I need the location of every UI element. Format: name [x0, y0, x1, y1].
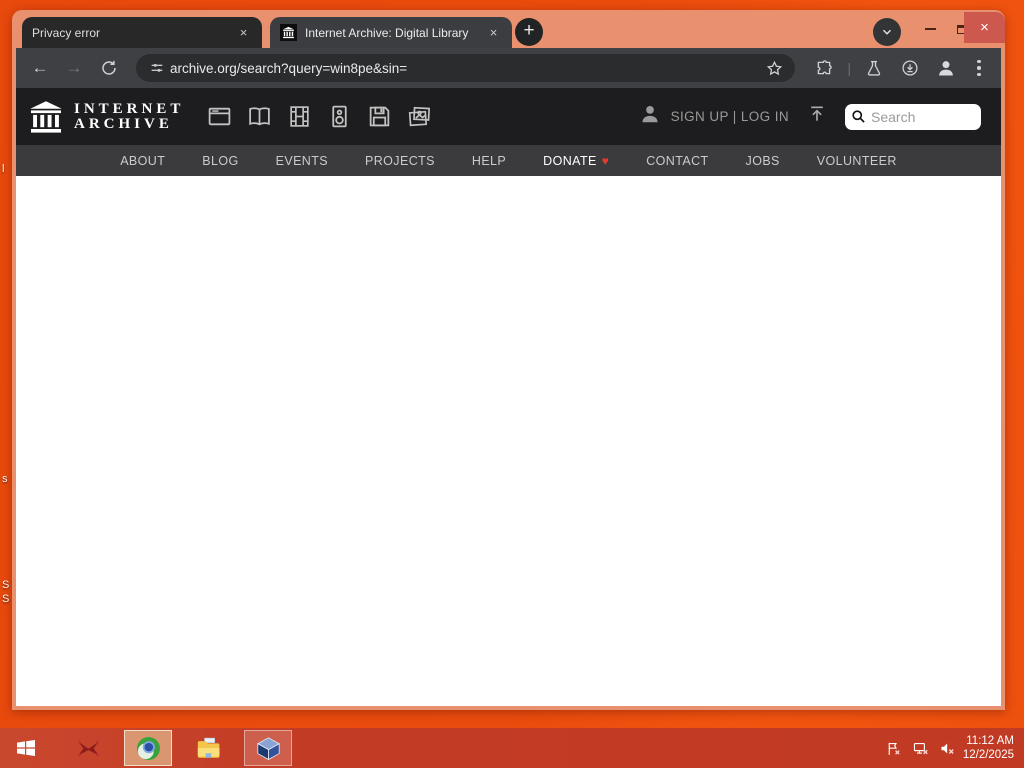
downloads-button[interactable] [895, 53, 925, 83]
start-button[interactable] [0, 728, 52, 768]
window-close-button[interactable]: × [964, 12, 1005, 43]
ia-nav-jobs[interactable]: JOBS [746, 154, 780, 168]
labs-button[interactable] [859, 53, 889, 83]
media-images-icon[interactable] [406, 103, 433, 130]
ia-nav-help[interactable]: HELP [472, 154, 506, 168]
internet-archive-logo[interactable]: INTERNET ARCHIVE [28, 99, 184, 135]
profile-avatar-button[interactable] [931, 53, 961, 83]
reload-icon [102, 60, 116, 75]
chrome-browser-icon [136, 736, 160, 760]
browser-toolbar: ← → | [16, 48, 1001, 88]
tab-title: Internet Archive: Digital Library [305, 25, 469, 40]
ia-nav-about[interactable]: ABOUT [120, 154, 165, 168]
logo-wordmark: INTERNET ARCHIVE [74, 100, 185, 132]
reload-button[interactable] [94, 53, 124, 83]
chevron-down-icon [883, 29, 891, 35]
media-audio-icon[interactable] [326, 103, 353, 130]
system-tray [885, 739, 957, 757]
address-bar[interactable] [136, 54, 796, 82]
url-input[interactable] [170, 60, 762, 76]
media-software-icon[interactable] [366, 103, 393, 130]
tab-privacy-error[interactable]: Privacy error × [22, 17, 262, 48]
person-icon [939, 61, 953, 76]
ia-nav-projects[interactable]: PROJECTS [365, 154, 435, 168]
tab-strip: Privacy error × Internet Archive: Digita… [12, 10, 1005, 48]
heart-icon: ♥ [601, 153, 610, 168]
tab-internet-archive[interactable]: Internet Archive: Digital Library × [270, 17, 512, 48]
action-center-flag-icon[interactable] [885, 739, 903, 757]
upload-button[interactable] [807, 104, 827, 129]
signup-login-link[interactable]: SIGN UP | LOG IN [671, 109, 789, 124]
site-settings-icon[interactable] [144, 55, 170, 81]
bookmark-star-icon[interactable] [761, 55, 787, 81]
page-viewport: INTERNET ARCHIVE SIGN UP | LOG IN Search… [16, 88, 1001, 706]
ia-nav-donate[interactable]: DONATE ♥ [543, 154, 609, 168]
volume-muted-icon[interactable] [939, 739, 957, 757]
taskbar-red-app-button[interactable] [64, 730, 112, 766]
tab-close-icon[interactable]: × [485, 24, 502, 41]
clock-date: 12/2/2025 [962, 749, 1014, 761]
page-content-blank [16, 176, 1001, 706]
minimize-icon [924, 28, 936, 30]
person-icon [639, 103, 661, 130]
windows-logo-icon [17, 740, 35, 756]
ia-nav-bar: ABOUT BLOG EVENTS PROJECTS HELP DONATE ♥… [16, 145, 1001, 176]
taskbar-clock[interactable]: 11:12 AM 12/2/2025 [957, 734, 1024, 762]
internet-archive-header: INTERNET ARCHIVE SIGN UP | LOG IN Search [16, 88, 1001, 145]
media-web-icon[interactable] [206, 103, 233, 130]
extensions-puzzle-icon [818, 60, 833, 75]
flask-icon [867, 60, 881, 76]
tab-search-button[interactable] [873, 18, 901, 46]
media-texts-icon[interactable] [246, 103, 273, 130]
clock-time: 11:12 AM [966, 735, 1014, 747]
back-button[interactable]: ← [26, 54, 54, 82]
desktop: l s S S Privacy error × Internet Archive… [0, 0, 1024, 768]
upload-arrow-icon [811, 106, 823, 121]
tab-close-icon[interactable]: × [235, 24, 252, 41]
taskbar: 11:12 AM 12/2/2025 [0, 728, 1024, 768]
minimize-button[interactable] [915, 14, 945, 44]
search-icon [852, 110, 865, 123]
ia-nav-contact[interactable]: CONTACT [646, 154, 708, 168]
new-tab-button[interactable]: + [515, 18, 543, 46]
forward-button[interactable]: → [60, 54, 88, 82]
desktop-icon-label-fragment: S [2, 593, 10, 605]
temple-columns-icon [30, 100, 62, 133]
virtualbox-icon [256, 736, 280, 760]
red-app-icon [77, 740, 99, 756]
ia-nav-volunteer[interactable]: VOLUNTEER [817, 154, 897, 168]
download-icon [902, 60, 918, 76]
toolbar-separator: | [847, 60, 851, 76]
account-area: SIGN UP | LOG IN [639, 103, 989, 130]
extensions-button[interactable] [809, 53, 839, 83]
desktop-icon-label-fragment: s [2, 473, 8, 485]
network-status-icon[interactable] [912, 739, 930, 757]
tab-title: Privacy error [32, 25, 101, 40]
file-explorer-icon [197, 737, 219, 758]
taskbar-file-explorer-button[interactable] [184, 730, 232, 766]
taskbar-chrome-button[interactable] [124, 730, 172, 766]
media-video-icon[interactable] [286, 103, 313, 130]
desktop-icon-label-fragment: S [2, 579, 10, 591]
internet-archive-favicon [280, 24, 297, 41]
browser-menu-button[interactable] [967, 53, 991, 83]
ia-nav-events[interactable]: EVENTS [276, 154, 328, 168]
ia-nav-blog[interactable]: BLOG [202, 154, 238, 168]
taskbar-virtualbox-button[interactable] [244, 730, 292, 766]
desktop-icon-label-fragment: l [2, 163, 5, 175]
ia-search-input[interactable] [871, 108, 975, 125]
ia-search-box[interactable] [845, 103, 981, 130]
media-type-icons [206, 103, 433, 130]
browser-window: Privacy error × Internet Archive: Digita… [12, 10, 1005, 710]
